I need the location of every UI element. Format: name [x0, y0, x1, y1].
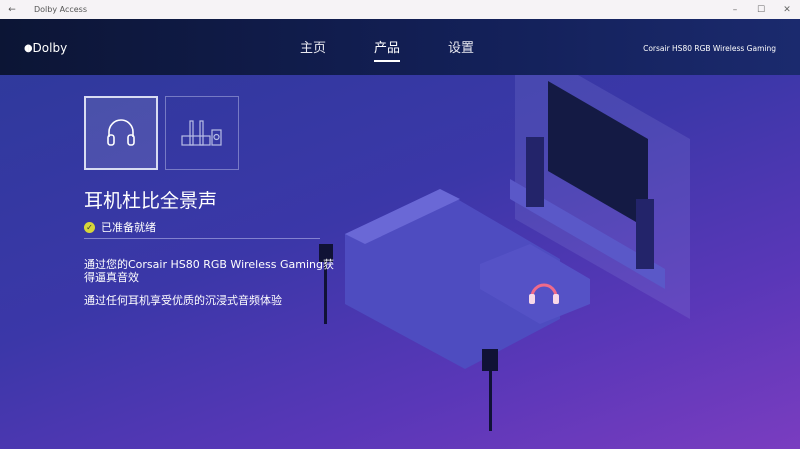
speakers-tile[interactable] — [165, 96, 239, 170]
back-button[interactable]: ← — [0, 5, 24, 15]
description-1: 通过您的Corsair HS80 RGB Wireless Gaming获得逼真… — [84, 258, 334, 284]
dolby-logo-icon: ◖◗ — [24, 42, 32, 54]
app-header: ◖◗ Dolby 主页 产品 设置 Corsair HS80 RGB Wirele… — [0, 19, 800, 75]
nav-home[interactable]: 主页 — [300, 37, 326, 62]
main-nav: 主页 产品 设置 — [300, 37, 474, 62]
status-text: 已准备就绪 — [101, 221, 156, 234]
check-icon: ✓ — [84, 221, 95, 233]
divider — [84, 238, 320, 239]
minimize-button[interactable]: – — [722, 5, 748, 15]
headphones-icon — [107, 119, 135, 146]
dolby-logo: ◖◗ Dolby — [24, 41, 68, 55]
speaker-left — [526, 137, 544, 207]
close-button[interactable]: ✕ — [774, 5, 800, 15]
maximize-button[interactable]: ☐ — [748, 5, 774, 15]
speaker-stand-front — [482, 349, 498, 371]
home-theater-icon — [181, 120, 222, 146]
nav-products[interactable]: 产品 — [374, 37, 401, 62]
window-title: Dolby Access — [34, 5, 88, 14]
device-name[interactable]: Corsair HS80 RGB Wireless Gaming — [643, 44, 776, 53]
nav-settings[interactable]: 设置 — [448, 37, 474, 62]
page-title: 耳机杜比全景声 — [84, 190, 218, 212]
headphones-tile[interactable] — [84, 96, 158, 170]
speaker-right — [636, 199, 654, 269]
description-2: 通过任何耳机享受优质的沉浸式音频体验 — [84, 294, 282, 307]
status-ready: ✓ 已准备就绪 — [84, 219, 156, 235]
title-bar: ← Dolby Access – ☐ ✕ — [0, 0, 800, 19]
